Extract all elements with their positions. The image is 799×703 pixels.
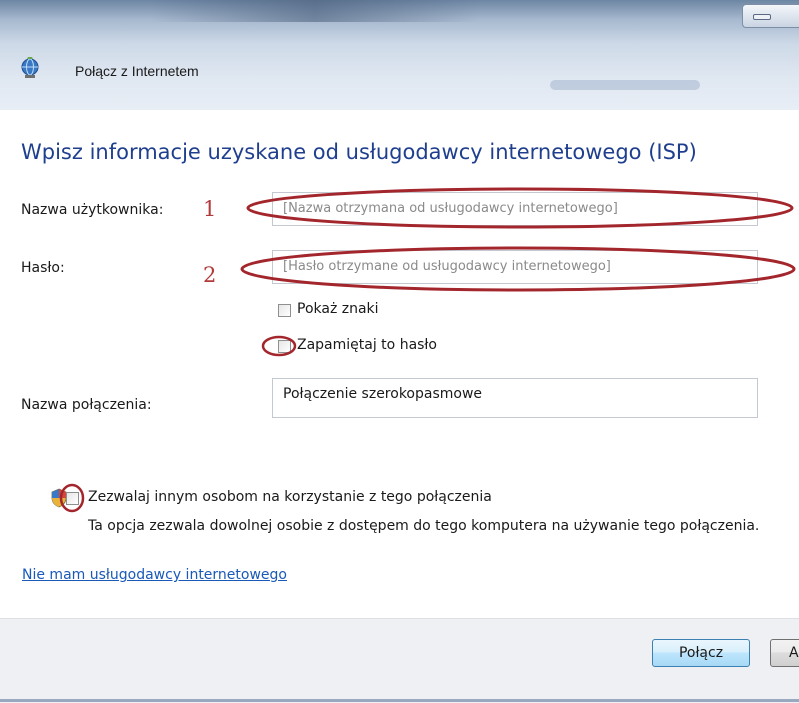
connect-button[interactable]: Połącz — [652, 639, 750, 667]
minimize-icon — [753, 14, 771, 20]
connection-name-label: Nazwa połączenia: — [21, 397, 152, 413]
no-isp-link[interactable]: Nie mam usługodawcy internetowego — [22, 567, 287, 583]
glass-streak — [150, 0, 480, 22]
title-bar-blur — [550, 80, 700, 90]
username-label: Nazwa użytkownika: — [21, 202, 164, 218]
username-input[interactable]: [Nazwa otrzymana od usługodawcy internet… — [272, 192, 758, 226]
password-label: Hasło: — [21, 260, 65, 276]
title-bar: Połącz z Internetem — [0, 0, 799, 110]
show-chars-label: Pokaż znaki — [297, 301, 379, 317]
remember-password-checkbox[interactable] — [278, 340, 291, 353]
allow-others-label: Zezwalaj innym osobom na korzystanie z t… — [88, 489, 492, 505]
network-globe-icon — [21, 57, 39, 78]
password-input[interactable]: [Hasło otrzymane od usługodawcy internet… — [272, 250, 758, 284]
annotation-number-1: 1 — [203, 197, 217, 221]
connect-to-internet-window: Połącz z Internetem Wpisz informacje uzy… — [0, 0, 799, 703]
show-chars-checkbox[interactable] — [278, 304, 291, 317]
allow-others-description: Ta opcja zezwala dowolnej osobie z dostę… — [88, 518, 760, 534]
annotation-number-2: 2 — [203, 263, 217, 287]
allow-others-checkbox[interactable] — [66, 492, 79, 505]
remember-password-label: Zapamiętaj to hasło — [297, 337, 437, 353]
connection-name-input[interactable]: Połączenie szerokopasmowe — [272, 378, 758, 418]
dialog-footer: Połącz Anuluj — [0, 618, 799, 703]
minimize-button[interactable] — [742, 4, 799, 28]
cancel-button[interactable]: Anuluj — [770, 639, 799, 667]
page-heading: Wpisz informacje uzyskane od usługodawcy… — [21, 140, 697, 164]
window-title: Połącz z Internetem — [75, 63, 199, 79]
